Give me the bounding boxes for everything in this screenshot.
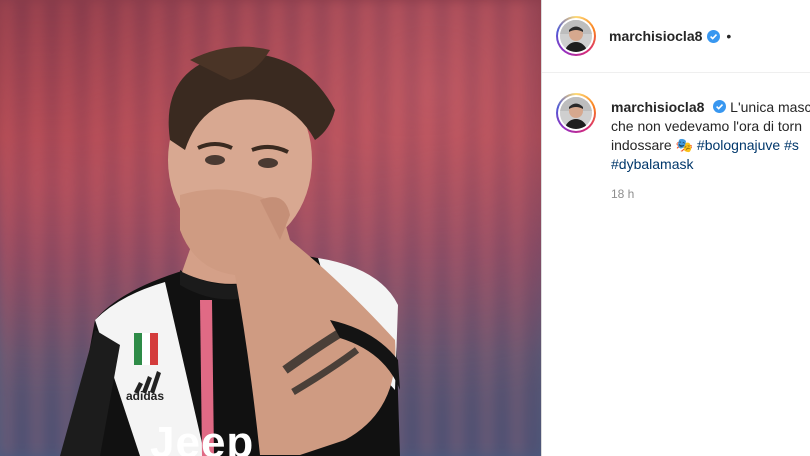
hashtag-bolognajuve[interactable]: #bolognajuve <box>697 137 780 153</box>
caption-text: marchisiocla8 L'unica masc che non vedev… <box>611 98 810 174</box>
verified-icon <box>707 29 721 43</box>
post-timestamp[interactable]: 18 h <box>611 187 634 201</box>
caption-username[interactable]: marchisiocla8 <box>611 99 704 115</box>
hashtag-truncated[interactable]: #s <box>784 137 799 153</box>
avatar[interactable] <box>556 16 596 56</box>
avatar-photo-icon <box>560 20 592 52</box>
post-photo[interactable]: adidas Jeep <box>0 0 541 456</box>
verified-icon <box>713 100 727 113</box>
caption-avatar[interactable] <box>556 93 596 133</box>
caption-line-2: che non vedevamo l'ora di torn <box>611 118 803 134</box>
hashtag-dybalamask[interactable]: #dybalamask <box>611 156 694 172</box>
brand-logo-text: adidas <box>126 389 165 403</box>
player-illustration <box>60 46 400 456</box>
avatar-photo-icon <box>560 97 592 129</box>
sponsor-logo-text: Jeep <box>150 418 255 456</box>
header-username[interactable]: marchisiocla8 <box>609 28 702 44</box>
caption-line-1: L'unica masc <box>730 99 810 115</box>
caption-line-3: indossare <box>611 137 672 153</box>
post-header: marchisiocla8 • <box>542 0 810 73</box>
post-sidebar: marchisiocla8 • marchisiocla8 L'unica ma… <box>541 0 810 456</box>
mask-emoji-icon: 🎭 <box>675 137 694 153</box>
header-separator: • <box>726 28 732 44</box>
